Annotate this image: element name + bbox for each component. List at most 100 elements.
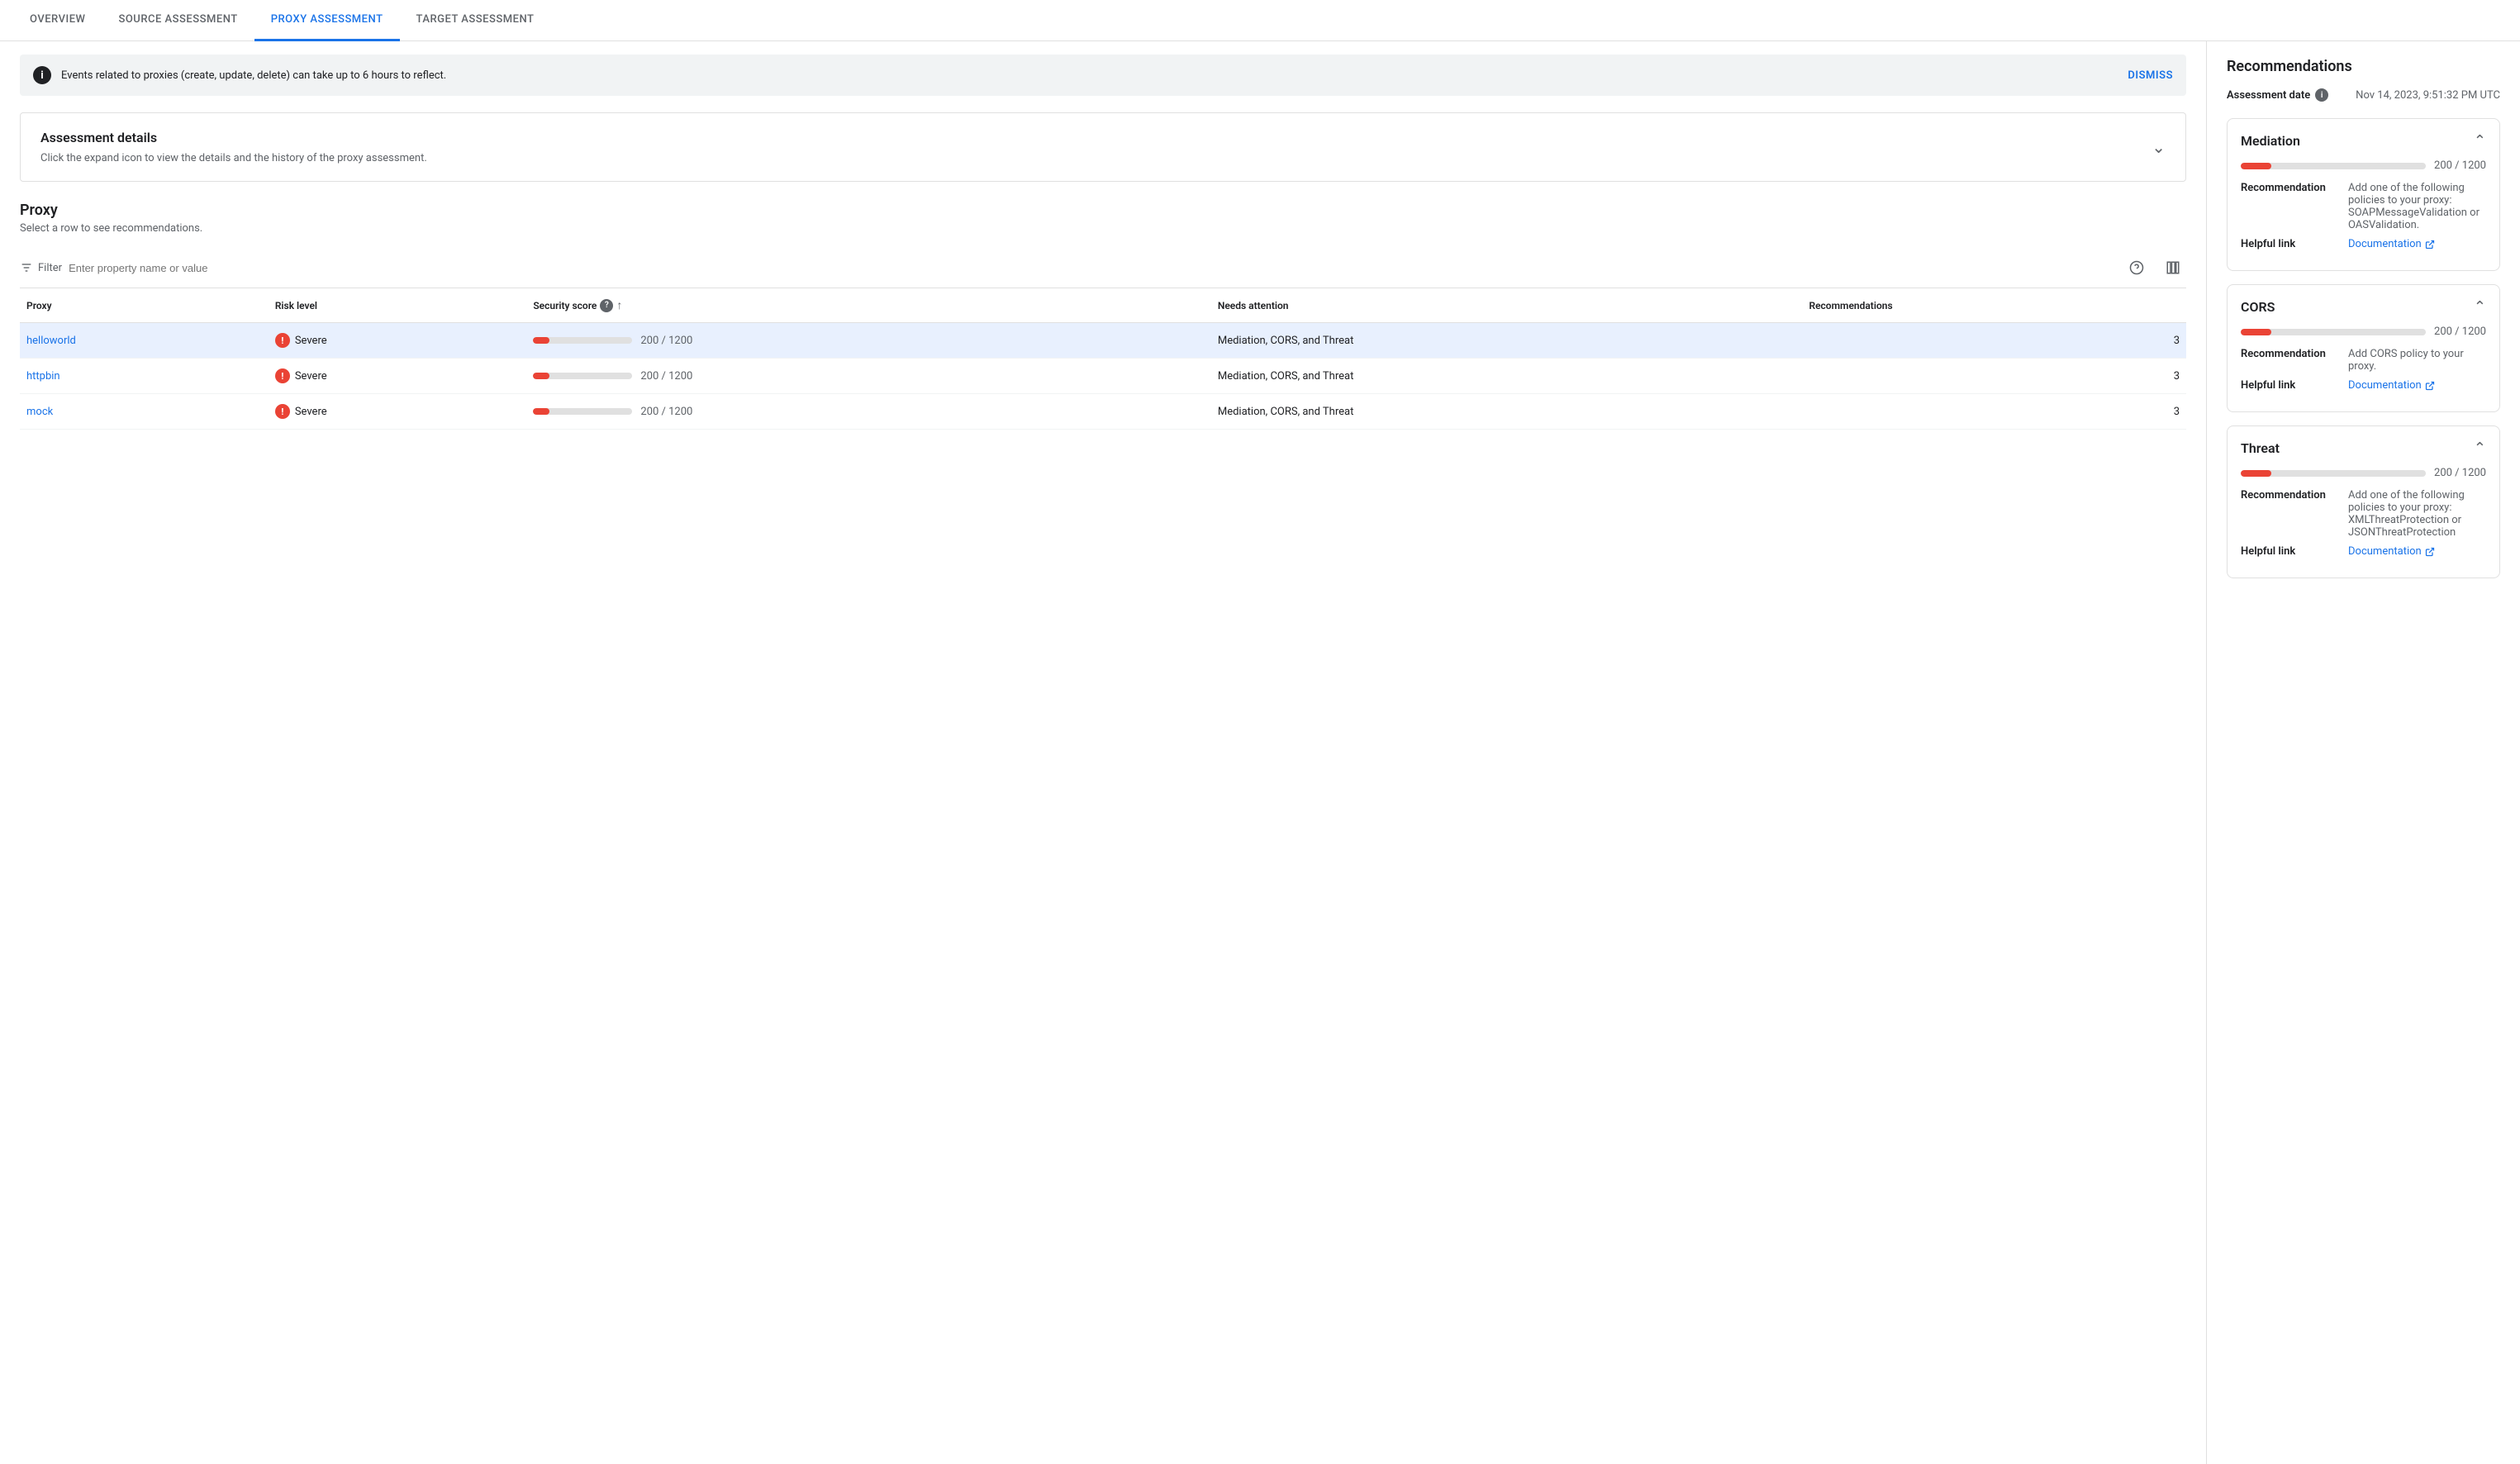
rec-score-row: 200 / 1200 bbox=[2241, 326, 2486, 338]
rec-card-title: CORS bbox=[2241, 299, 2275, 315]
assessment-details-card: Assessment details Click the expand icon… bbox=[20, 112, 2186, 182]
help-circle-icon bbox=[2129, 260, 2144, 275]
rec-score-bar-container bbox=[2241, 470, 2426, 477]
help-button[interactable] bbox=[2123, 254, 2150, 281]
filter-bar: Filter bbox=[20, 248, 2186, 288]
needs-attention-cell: Mediation, CORS, and Threat bbox=[1211, 359, 1803, 394]
security-score-help-icon[interactable]: ? bbox=[600, 299, 613, 312]
filter-icon bbox=[20, 261, 33, 274]
proxy-section-subtitle: Select a row to see recommendations. bbox=[20, 222, 2186, 235]
score-bar-container bbox=[533, 337, 632, 344]
score-bar-fill bbox=[533, 408, 549, 415]
rec-score-bar-fill bbox=[2241, 470, 2271, 477]
columns-button[interactable] bbox=[2160, 254, 2186, 281]
risk-level-cell: ! Severe bbox=[269, 323, 527, 359]
proxy-link[interactable]: helloworld bbox=[26, 335, 76, 347]
recommendations-count-cell: 3 bbox=[1802, 323, 2186, 359]
filter-label: Filter bbox=[38, 262, 62, 274]
risk-level-label: Severe bbox=[295, 335, 327, 347]
rec-documentation-link[interactable]: Documentation bbox=[2348, 238, 2435, 250]
tab-source-assessment[interactable]: SOURCE ASSESSMENT bbox=[102, 0, 254, 41]
table-row[interactable]: mock ! Severe 200 / 1200 Mediation, CORS… bbox=[20, 394, 2186, 430]
risk-level-cell: ! Severe bbox=[269, 394, 527, 430]
right-panel: Recommendations Assessment date i Nov 14… bbox=[2206, 41, 2520, 1464]
score-text: 200 / 1200 bbox=[640, 370, 692, 383]
severe-icon: ! bbox=[275, 404, 290, 419]
rec-recommendation-label: Recommendation bbox=[2241, 182, 2348, 194]
rec-score-bar-container bbox=[2241, 329, 2426, 335]
rec-card-mediation: Mediation ⌃ 200 / 1200 Recommendation Ad… bbox=[2227, 118, 2500, 271]
rec-score-text: 200 / 1200 bbox=[2434, 467, 2486, 479]
filter-input[interactable] bbox=[69, 262, 2123, 274]
score-bar-container bbox=[533, 373, 632, 379]
assessment-date-label: Assessment date i bbox=[2227, 88, 2328, 102]
main-layout: i Events related to proxies (create, upd… bbox=[0, 41, 2520, 1464]
proxy-name-cell[interactable]: httpbin bbox=[20, 359, 269, 394]
needs-attention-cell: Mediation, CORS, and Threat bbox=[1211, 394, 1803, 430]
tab-proxy-assessment[interactable]: PROXY ASSESSMENT bbox=[254, 0, 400, 41]
rec-helpful-link-label: Helpful link bbox=[2241, 379, 2348, 392]
tab-overview[interactable]: OVERVIEW bbox=[13, 0, 102, 41]
risk-level-label: Severe bbox=[295, 370, 327, 383]
rec-card-title: Mediation bbox=[2241, 133, 2300, 149]
assessment-details-text-block: Assessment details Click the expand icon… bbox=[40, 130, 427, 164]
table-row[interactable]: httpbin ! Severe 200 / 1200 Mediation, C… bbox=[20, 359, 2186, 394]
recommendations-title: Recommendations bbox=[2227, 58, 2500, 75]
rec-card-title: Threat bbox=[2241, 440, 2280, 456]
recommendations-count-cell: 3 bbox=[1802, 394, 2186, 430]
rec-score-bar-fill bbox=[2241, 329, 2271, 335]
col-recommendations: Recommendations bbox=[1802, 288, 2186, 323]
collapse-icon[interactable]: ⌃ bbox=[2474, 298, 2486, 316]
info-icon: i bbox=[33, 66, 51, 84]
external-link-icon bbox=[2425, 240, 2435, 250]
rec-recommendation-row: Recommendation Add one of the following … bbox=[2241, 489, 2486, 539]
rec-helpful-link-row: Helpful link Documentation bbox=[2241, 238, 2486, 250]
score-text: 200 / 1200 bbox=[640, 335, 692, 347]
rec-documentation-link[interactable]: Documentation bbox=[2348, 545, 2435, 558]
risk-level-cell: ! Severe bbox=[269, 359, 527, 394]
tab-target-assessment[interactable]: TARGET ASSESSMENT bbox=[400, 0, 551, 41]
rec-score-bar-container bbox=[2241, 163, 2426, 169]
proxy-table: Proxy Risk level Security score ? ↑ Need… bbox=[20, 288, 2186, 430]
filter-icon-area: Filter bbox=[20, 261, 62, 274]
expand-chevron-icon[interactable]: ⌄ bbox=[2152, 137, 2166, 157]
proxy-link[interactable]: httpbin bbox=[26, 370, 60, 383]
rec-card-header: Mediation ⌃ bbox=[2241, 132, 2486, 150]
table-header: Proxy Risk level Security score ? ↑ Need… bbox=[20, 288, 2186, 323]
external-link-icon bbox=[2425, 547, 2435, 557]
assessment-details-header: Assessment details Click the expand icon… bbox=[40, 130, 2166, 164]
rec-documentation-link[interactable]: Documentation bbox=[2348, 379, 2435, 392]
assessment-date-help-icon[interactable]: i bbox=[2315, 88, 2328, 102]
proxy-link[interactable]: mock bbox=[26, 406, 53, 418]
collapse-icon[interactable]: ⌃ bbox=[2474, 132, 2486, 150]
rec-helpful-link-row: Helpful link Documentation bbox=[2241, 545, 2486, 558]
score-bar-fill bbox=[533, 337, 549, 344]
score-bar-container bbox=[533, 408, 632, 415]
rec-recommendation-row: Recommendation Add one of the following … bbox=[2241, 182, 2486, 231]
collapse-icon[interactable]: ⌃ bbox=[2474, 440, 2486, 457]
rec-score-row: 200 / 1200 bbox=[2241, 159, 2486, 172]
recommendations-count-cell: 3 bbox=[1802, 359, 2186, 394]
col-risk-level: Risk level bbox=[269, 288, 527, 323]
sort-ascending-icon[interactable]: ↑ bbox=[616, 298, 622, 312]
top-navigation: OVERVIEW SOURCE ASSESSMENT PROXY ASSESSM… bbox=[0, 0, 2520, 41]
rec-recommendation-label: Recommendation bbox=[2241, 348, 2348, 360]
col-security-score: Security score ? ↑ bbox=[526, 288, 1211, 323]
rec-card-cors: CORS ⌃ 200 / 1200 Recommendation Add COR… bbox=[2227, 284, 2500, 412]
assessment-details-description: Click the expand icon to view the detail… bbox=[40, 152, 427, 164]
dismiss-button[interactable]: DISMISS bbox=[2128, 69, 2173, 82]
proxy-name-cell[interactable]: mock bbox=[20, 394, 269, 430]
assessment-date-row: Assessment date i Nov 14, 2023, 9:51:32 … bbox=[2227, 88, 2500, 102]
table-row[interactable]: helloworld ! Severe 200 / 1200 Mediation… bbox=[20, 323, 2186, 359]
security-score-cell: 200 / 1200 bbox=[526, 323, 1211, 359]
rec-score-text: 200 / 1200 bbox=[2434, 326, 2486, 338]
rec-recommendation-label: Recommendation bbox=[2241, 489, 2348, 501]
table-body: helloworld ! Severe 200 / 1200 Mediation… bbox=[20, 323, 2186, 430]
rec-score-text: 200 / 1200 bbox=[2434, 159, 2486, 172]
rec-recommendation-row: Recommendation Add CORS policy to your p… bbox=[2241, 348, 2486, 373]
info-banner: i Events related to proxies (create, upd… bbox=[20, 55, 2186, 96]
proxy-name-cell[interactable]: helloworld bbox=[20, 323, 269, 359]
needs-attention-cell: Mediation, CORS, and Threat bbox=[1211, 323, 1803, 359]
filter-actions bbox=[2123, 254, 2186, 281]
left-content-area: i Events related to proxies (create, upd… bbox=[0, 41, 2206, 1464]
